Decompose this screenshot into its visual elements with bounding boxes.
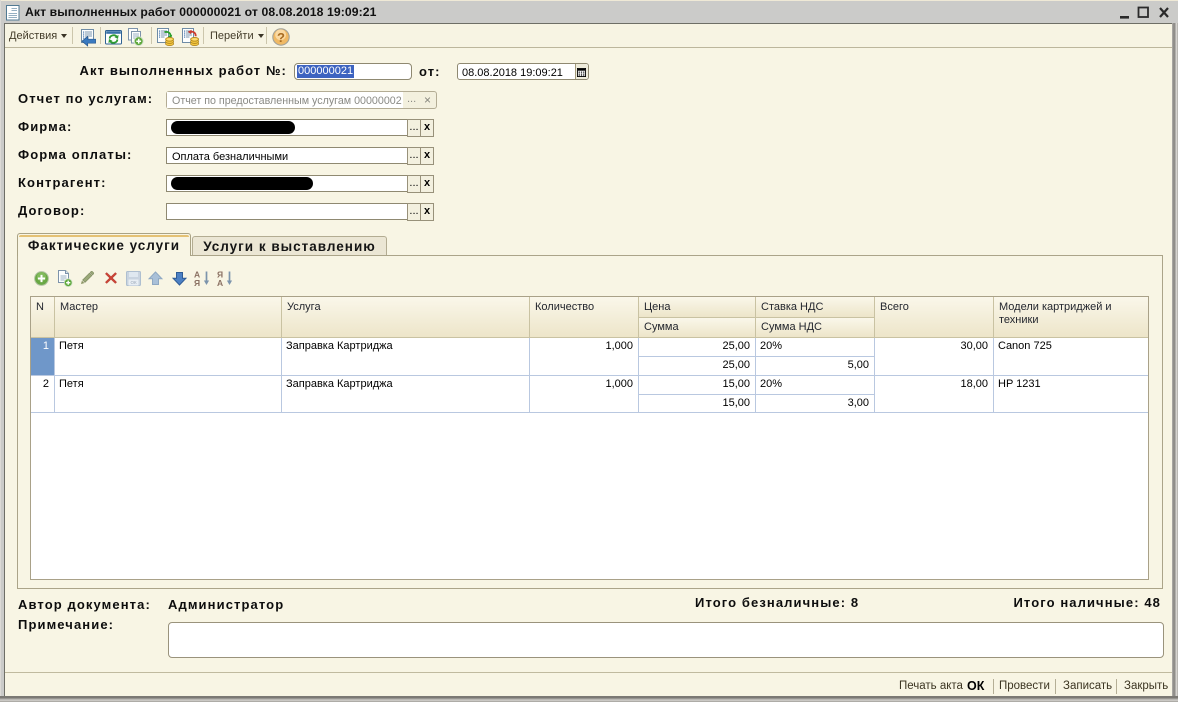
svg-text:?: ?: [277, 30, 285, 45]
